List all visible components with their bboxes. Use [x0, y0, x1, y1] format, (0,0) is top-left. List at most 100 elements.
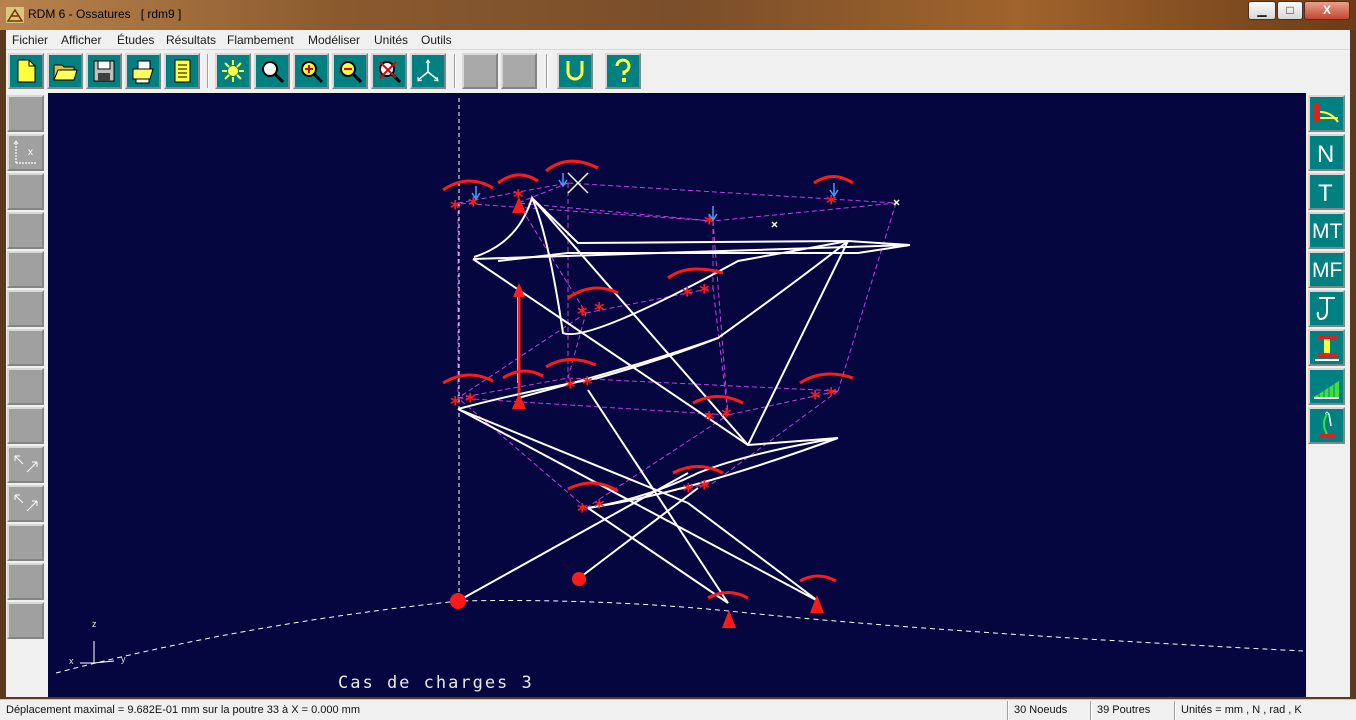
- toolbar-separator: [207, 54, 209, 88]
- menu-modeliser[interactable]: Modéliser: [308, 33, 360, 47]
- undeformed-mesh: [457, 182, 897, 509]
- print-button[interactable]: [125, 53, 161, 89]
- axes-3d-button[interactable]: [410, 53, 446, 89]
- deformed-structure: [457, 195, 911, 604]
- title-bar: RDM 6 - Ossatures [ rdm9 ] ▁ □ X: [0, 0, 1356, 30]
- status-separator: [1174, 701, 1176, 720]
- torsion-moment-button[interactable]: MT: [1308, 212, 1345, 249]
- left-tool-rotate-2[interactable]: [7, 485, 44, 522]
- buckling-icon: [1319, 411, 1335, 438]
- zoom-in-button[interactable]: [293, 53, 329, 89]
- deformed-shape-button[interactable]: [1308, 95, 1345, 132]
- normal-force-button[interactable]: N: [1308, 134, 1345, 171]
- section-icon: [1315, 335, 1339, 361]
- menu-bar: Fichier Afficher Études Résultats Flambe…: [6, 30, 1350, 50]
- support-pin: [450, 593, 466, 609]
- notes-icon: [174, 59, 191, 83]
- toolbar-separator: [546, 54, 548, 88]
- disabled-button-1: [462, 53, 498, 89]
- left-tool-4[interactable]: [7, 212, 44, 249]
- rotate-arrows-icon: [14, 455, 38, 473]
- axis-z-label: z: [92, 619, 97, 629]
- menu-unites[interactable]: Unités: [374, 33, 408, 47]
- force-arrow: [513, 283, 525, 393]
- section-button[interactable]: [1308, 329, 1345, 366]
- svg-text:*: *: [699, 280, 710, 304]
- load-case-caption: Cas de charges 3: [338, 673, 534, 693]
- left-tool-9[interactable]: [7, 407, 44, 444]
- ground-line: [55, 600, 1304, 674]
- save-button[interactable]: [86, 53, 122, 89]
- svg-text:*: *: [594, 298, 605, 322]
- zoom-out-button[interactable]: [332, 53, 368, 89]
- axis-y-label: y: [121, 654, 126, 664]
- left-tool-axes[interactable]: x: [7, 134, 44, 171]
- bending-moment-icon: MF: [1312, 259, 1342, 282]
- support-triangle: [722, 610, 736, 628]
- torsion-moment-icon: MT: [1312, 220, 1342, 243]
- toolbar-separator: [454, 54, 456, 88]
- left-tool-6[interactable]: [7, 290, 44, 327]
- left-tool-14[interactable]: [7, 602, 44, 639]
- status-beams: 39 Poutres: [1097, 704, 1151, 716]
- menu-outils[interactable]: Outils: [421, 33, 452, 47]
- menu-fichier[interactable]: Fichier: [12, 33, 48, 47]
- status-displacement: Déplacement maximal = 9.682E-01 mm sur l…: [6, 704, 361, 716]
- zoom-icon: [262, 61, 285, 84]
- status-units: Unités = mm , N , rad , K: [1181, 704, 1302, 716]
- status-separator: [1007, 701, 1009, 720]
- svg-text:MF: MF: [1312, 259, 1342, 282]
- svg-text:*: *: [699, 476, 710, 500]
- u-button[interactable]: [557, 53, 593, 89]
- minimize-button[interactable]: ▁: [1248, 1, 1276, 20]
- maximize-button[interactable]: □: [1277, 1, 1303, 20]
- left-tool-8[interactable]: [7, 368, 44, 405]
- left-tool-12[interactable]: [7, 524, 44, 561]
- menu-resultats[interactable]: Résultats: [166, 33, 216, 47]
- left-tool-1[interactable]: [7, 95, 44, 132]
- right-tool-panel: N T MT MF: [1306, 93, 1350, 697]
- left-tool-13[interactable]: [7, 563, 44, 600]
- left-tool-3[interactable]: [7, 173, 44, 210]
- rotate-arrows-icon: [14, 494, 38, 512]
- menu-flambement[interactable]: Flambement: [227, 33, 294, 47]
- help-button[interactable]: [605, 53, 641, 89]
- zoom-button[interactable]: [254, 53, 290, 89]
- print-icon: [132, 60, 154, 84]
- left-tool-5[interactable]: [7, 251, 44, 288]
- disabled-button-2: [501, 53, 537, 89]
- svg-text:*: *: [721, 404, 732, 428]
- left-tool-rotate-1[interactable]: [7, 446, 44, 483]
- axis-x-label: x: [69, 656, 74, 666]
- open-folder-icon: [53, 64, 78, 81]
- svg-text:*: *: [683, 479, 694, 503]
- svg-text:*: *: [594, 495, 605, 519]
- notes-button[interactable]: [164, 53, 200, 89]
- svg-text:*: *: [682, 283, 693, 307]
- close-button[interactable]: X: [1304, 1, 1350, 20]
- new-file-icon: [17, 59, 36, 83]
- left-tool-7[interactable]: [7, 329, 44, 366]
- app-icon: [6, 7, 24, 23]
- drawing-canvas[interactable]: * * * * * * * * * * * * * * * * * * * * …: [48, 93, 1306, 697]
- shear-force-button[interactable]: T: [1308, 173, 1345, 210]
- diagram-button[interactable]: [1308, 368, 1345, 405]
- light-button[interactable]: [215, 53, 251, 89]
- moment-loads: [442, 159, 854, 600]
- menu-afficher[interactable]: Afficher: [61, 33, 101, 47]
- svg-text:*: *: [582, 372, 593, 396]
- svg-text:T: T: [1318, 180, 1333, 207]
- stress-button[interactable]: [1308, 290, 1345, 327]
- open-button[interactable]: [47, 53, 83, 89]
- bending-moment-button[interactable]: MF: [1308, 251, 1345, 288]
- new-file-button[interactable]: [8, 53, 44, 89]
- svg-text:*: *: [577, 302, 588, 326]
- buckling-button[interactable]: [1308, 407, 1345, 444]
- menu-etudes[interactable]: Études: [117, 33, 154, 47]
- svg-text:*: *: [450, 392, 461, 416]
- light-icon: [222, 60, 244, 82]
- window-title: RDM 6 - Ossatures [ rdm9 ]: [28, 7, 182, 21]
- zoom-cancel-button[interactable]: [371, 53, 407, 89]
- shear-force-icon: T: [1318, 180, 1333, 207]
- diagram-icon: [1314, 381, 1339, 399]
